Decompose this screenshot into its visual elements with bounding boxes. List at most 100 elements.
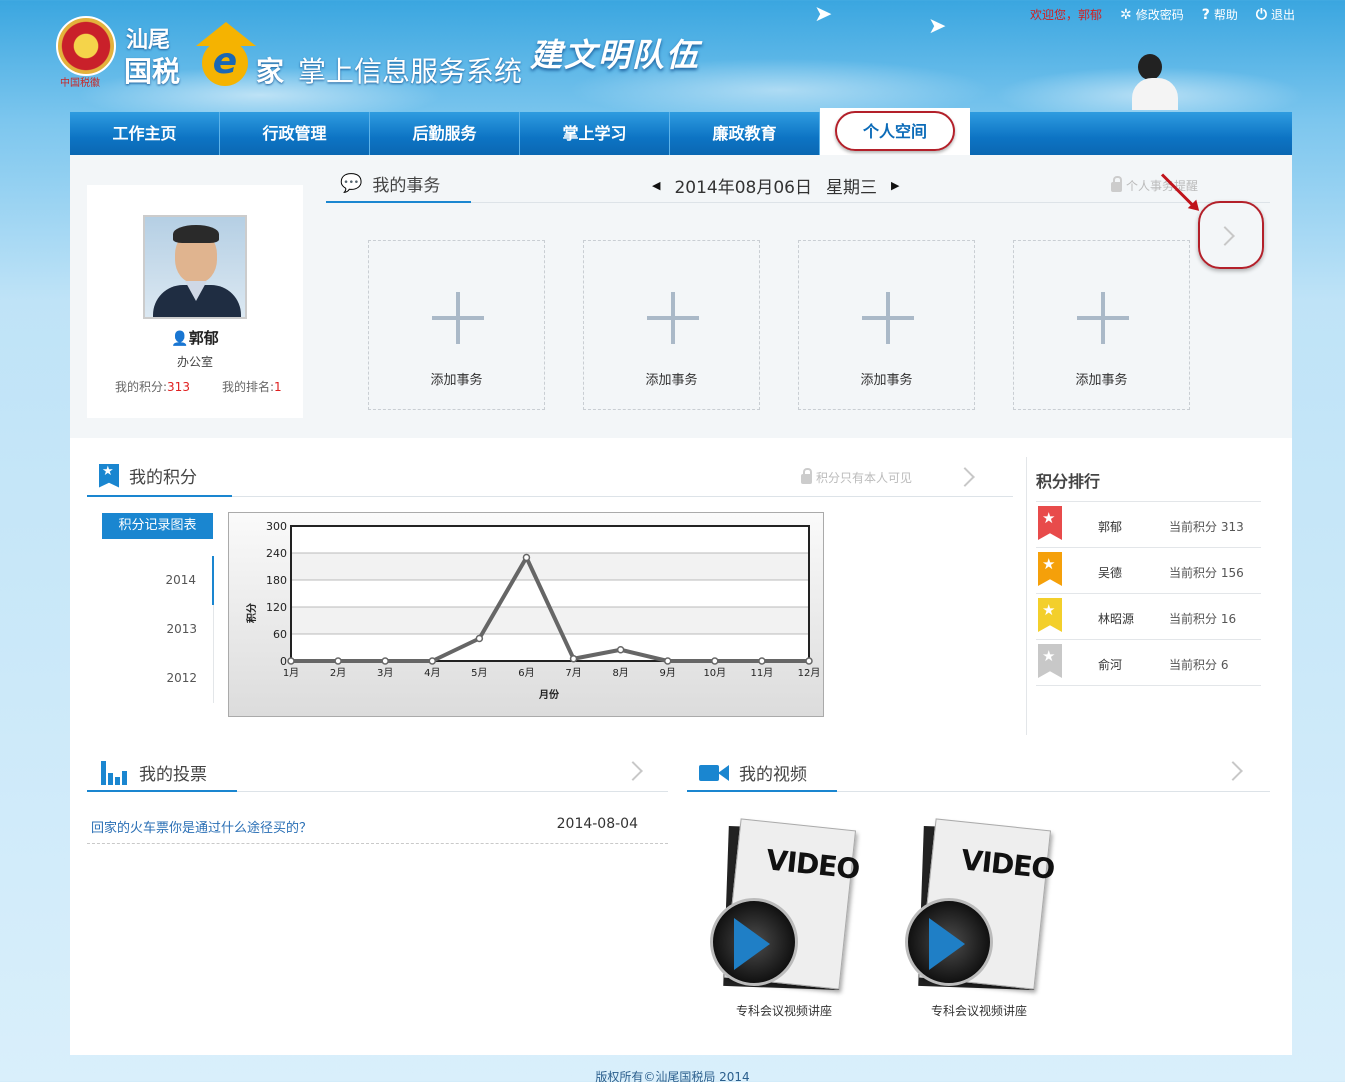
add-affair-card[interactable]: 添加事务 [798,240,975,410]
vote-date: 2014-08-04 [556,816,638,832]
points-line-chart: 0 60 120 180 240 300 1月 2月 3月 4月 5月 6月 7月 8月 9月 10月 11月 1… [228,512,824,717]
ranking-row: ★ 郭郁 当前积分 313 [1036,502,1261,548]
video-item[interactable]: VIDEO 专科会议视频讲座 [704,818,864,1022]
affairs-header: 💬 我的事务 ◀ 2014年08月06日 星期三 ▶ 个人事务提醒 [326,167,1270,203]
paper-plane-icon: ➤ [928,14,947,39]
ranking-row: ★ 俞河 当前积分 6 [1036,640,1261,686]
power-icon: ⏻ [1255,6,1267,23]
vote-title: 我的投票 [101,760,207,785]
affairs-title: 💬 我的事务 [340,171,440,196]
points-title-text: 我的积分 [129,468,197,488]
rank-label: 我的排名: [221,380,274,394]
ranking-row: ★ 吴德 当前积分 156 [1036,548,1261,594]
emblem-caption: 中国税徽 [60,78,100,89]
tab-admin[interactable]: 行政管理 [220,112,370,155]
year-item-2012[interactable]: 2012 [102,654,213,703]
header-figure [1128,54,1184,110]
footer-copyright: 版权所有©汕尾国税局 2014 [595,1070,750,1082]
year-list: 2014 2013 2012 [102,556,214,703]
y-tick-label: 300 [266,520,287,533]
tab-integrity-education[interactable]: 廉政教育 [670,112,820,155]
y-tick-label: 120 [266,601,287,614]
data-point [616,646,625,654]
help-label: 帮助 [1213,8,1238,22]
paper-plane-icon: ➤ [814,2,833,27]
next-day-arrow-icon[interactable]: ▶ [891,179,899,192]
points-privacy-text: 积分只有本人可见 [816,471,913,485]
rank-score: 当前积分 313 [1169,520,1244,534]
logout-link[interactable]: ⏻ 退出 [1256,6,1295,23]
video-title: 我的视频 [699,760,807,785]
system-name: 掌上信息服务系统 [298,55,523,88]
profile-department: 办公室 [176,355,213,369]
affairs-title-text: 我的事务 [372,176,441,196]
affairs-reminder-text: 个人事务提醒 [1125,179,1198,193]
data-point [805,657,813,665]
rank-ribbon-icon: ★ [1038,552,1062,586]
add-affair-label: 添加事务 [1075,373,1128,388]
bar-chart-icon [101,760,129,785]
x-axis-label: 月份 [538,688,560,701]
plus-icon [671,292,675,344]
ranking-title: 积分排行 [1036,472,1101,491]
year-item-2014[interactable]: 2014 [102,556,214,605]
plus-icon [456,292,460,344]
profile-rank: 我的排名:1 [222,378,282,395]
x-tick-label: 5月 [471,667,487,679]
change-password-link[interactable]: ✲ 修改密码 [1120,6,1184,23]
add-affair-label: 添加事务 [430,373,483,388]
play-icon [929,918,965,970]
logo-e-house-icon: e [190,22,262,88]
help-link[interactable]: ? 帮助 [1202,6,1238,23]
points-label: 我的积分: [115,380,168,394]
data-point [428,657,437,665]
y-tick-label: 180 [266,574,287,587]
add-affair-card[interactable]: 添加事务 [1013,240,1190,410]
profile-card: 👤郭郁 办公室 我的积分:313 我的排名:1 [87,185,303,418]
data-point [711,657,719,665]
logout-label: 退出 [1270,8,1295,22]
points-privacy-note: 积分只有本人可见 [801,468,913,486]
logo-tax: 国税 [124,55,181,88]
star-bookmark-icon [99,463,119,488]
profile-points: 我的积分:313 [115,378,190,395]
header: 中国税徽 汕尾 国税 e 家 掌上信息服务系统 建文明队伍 ➤ ➤ 欢迎您，郭郁… [0,0,1345,112]
data-point [475,634,484,643]
chart-svg: 0 60 120 180 240 300 1月 2月 3月 4月 5月 6月 7月 8月 9月 10月 11月 1… [245,520,820,701]
tab-logistics[interactable]: 后勤服务 [370,112,520,155]
profile-stats: 我的积分:313 我的排名:1 [115,378,282,395]
data-point [569,655,578,663]
video-caption: 专科会议视频讲座 [930,1004,1027,1018]
video-camera-icon [699,763,729,783]
rank-score: 当前积分 156 [1169,566,1244,580]
x-tick-label: 3月 [377,667,393,679]
grid-band [291,553,809,580]
points-chart-button[interactable]: 积分记录图表 [102,513,213,539]
plot-area [290,525,810,662]
rank-ribbon-icon: ★ [1038,506,1062,540]
x-tick-label: 2月 [330,667,346,679]
rank-value: 1 [274,380,282,394]
list-item[interactable]: 回家的火车票你是通过什么途径买的？ 2014-08-04 [87,809,668,844]
add-affair-card[interactable]: 添加事务 [368,240,545,410]
tab-work-home[interactable]: 工作主页 [70,112,220,155]
rank-ribbon-icon: ★ [1038,644,1062,678]
tab-personal-space-label: 个人空间 [834,111,955,151]
gear-icon: ✲ [1120,6,1132,23]
rank-name: 吴德 [1098,566,1123,580]
user-icon: 👤 [171,331,189,347]
profile-name: 👤郭郁 [87,327,303,348]
vote-question[interactable]: 回家的火车票你是通过什么途径买的？ [91,817,312,836]
year-item-2013[interactable]: 2013 [102,605,213,654]
current-date: 2014年08月06日 [674,178,812,198]
add-affair-card[interactable]: 添加事务 [583,240,760,410]
y-axis-label: 积分 [245,603,258,623]
tab-mobile-learning[interactable]: 掌上学习 [520,112,670,155]
main-panel: 工作主页 行政管理 后勤服务 掌上学习 廉政教育 个人空间 👤郭郁 办公室 我的… [70,108,1292,1055]
tab-personal-space[interactable]: 个人空间 [820,108,970,155]
prev-day-arrow-icon[interactable]: ◀ [652,179,660,192]
date-navigator: ◀ 2014年08月06日 星期三 ▶ [652,173,899,198]
video-item[interactable]: VIDEO 专科会议视频讲座 [899,818,1059,1022]
rank-ribbon-icon: ★ [1038,598,1062,632]
main-nav: 工作主页 行政管理 后勤服务 掌上学习 廉政教育 个人空间 [70,108,1292,155]
